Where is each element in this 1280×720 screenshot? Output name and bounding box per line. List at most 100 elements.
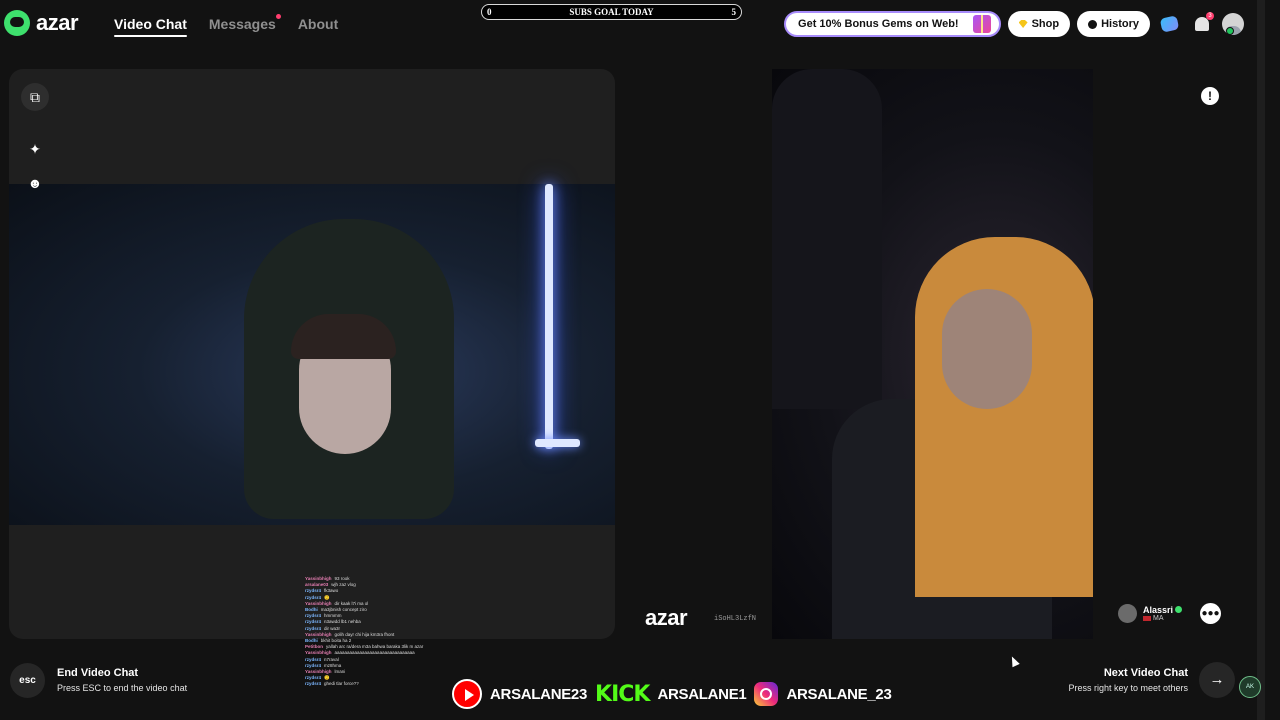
chat-user: Yassinbhigh	[305, 600, 332, 606]
peer-info[interactable]: Alassri MA	[1118, 604, 1183, 623]
streamer-hair	[291, 314, 396, 359]
flag-icon	[1143, 616, 1151, 621]
channel-badge-icon: AK	[1239, 676, 1261, 698]
chat-user: arsalane03	[305, 582, 329, 588]
nav-about[interactable]: About	[298, 16, 338, 32]
verified-icon	[1175, 606, 1183, 613]
chat-text: 🙂	[324, 675, 330, 681]
history-button[interactable]: History	[1077, 11, 1150, 37]
shop-button[interactable]: Shop	[1007, 11, 1071, 37]
end-chat-title: End Video Chat	[57, 667, 139, 679]
subs-goal-target: 5	[731, 7, 737, 17]
logo-text: azar	[36, 10, 79, 35]
bonus-gems-button[interactable]: Get 10% Bonus Gems on Web!	[784, 11, 1001, 37]
stream-socials: ARSALANE23 KICK ARSALANE1 ARSALANE_23	[452, 679, 892, 709]
peer-face	[942, 289, 1032, 409]
top-header: azar Video Chat Messages About 0 SUBS GO…	[0, 0, 1280, 48]
peer-country-code: MA	[1153, 615, 1164, 622]
peer-name: Alassri	[1143, 605, 1183, 615]
peer-name-text: Alassri	[1143, 605, 1174, 615]
chat-text: n7raval	[324, 656, 339, 662]
instagram-handle: ARSALANE_23	[786, 685, 892, 703]
notification-badge: 3	[1206, 12, 1214, 20]
message-bubble-icon[interactable]: ●●●	[1200, 603, 1221, 624]
report-icon[interactable]: !	[1201, 87, 1219, 105]
page-scrollbar[interactable]	[1257, 0, 1265, 720]
chat-text: dir kaak l7i ma ol	[334, 600, 369, 606]
chat-text: ma3jbnish concept ziro	[320, 607, 367, 613]
chat-user: rzydsr4	[305, 675, 322, 681]
subs-goal-label: SUBS GOAL TODAY	[569, 7, 654, 17]
chat-user: Yassinbhigh	[305, 650, 332, 656]
mouse-cursor-icon	[1008, 654, 1020, 668]
gems-chat-icon[interactable]	[1159, 15, 1180, 33]
remote-camera-feed	[772, 69, 1093, 639]
azar-logo-icon	[4, 10, 30, 36]
chat-user: Bodhi	[305, 607, 318, 613]
azar-logo[interactable]: azar	[4, 10, 79, 36]
chat-text: wjh zaz vlog	[331, 582, 356, 588]
arrow-right-icon[interactable]: →	[1199, 662, 1235, 698]
neon-light	[545, 184, 553, 449]
stream-chat-overlay: Yassinbhigh 93 rook arsalane03 wjh zaz vlo…	[305, 576, 430, 688]
local-camera-feed	[9, 184, 615, 525]
shop-label: Shop	[1031, 18, 1060, 30]
peer-avatar	[1118, 604, 1137, 623]
end-chat-button[interactable]: esc	[10, 663, 45, 698]
nav-video-chat[interactable]: Video Chat	[114, 16, 187, 37]
end-chat-hint: Press ESC to end the video chat	[57, 683, 188, 693]
instagram-icon	[754, 682, 779, 706]
youtube-handle: ARSALANE23	[490, 685, 588, 703]
chat-user: rzydsr4	[305, 625, 322, 631]
kick-logo: KICK	[595, 681, 650, 707]
online-status-dot	[1226, 27, 1234, 35]
subs-goal-bar: 0 SUBS GOAL TODAY 5	[481, 4, 742, 20]
chat-text: 🙂	[324, 594, 330, 600]
chat-text: 93 rook	[334, 576, 350, 581]
background-person	[772, 69, 882, 409]
chat-user: Yassinbhigh	[305, 631, 332, 637]
gift-icon	[972, 15, 991, 33]
chat-text: lmani	[334, 669, 346, 675]
chat-user: rzydsr4	[305, 656, 322, 662]
chat-text: dir wa3r	[324, 625, 341, 631]
main-nav: Video Chat Messages About	[114, 14, 338, 37]
chat-user: Yassinbhigh	[305, 669, 332, 675]
youtube-icon	[452, 679, 482, 709]
chat-text: n3awdd lb1 nehba	[324, 619, 361, 625]
chat-user: rzydsr4	[305, 613, 322, 619]
kick-handle: ARSALANE1	[657, 685, 747, 703]
header-actions: Get 10% Bonus Gems on Web! Shop History …	[784, 11, 1244, 37]
chat-line: rzydsr4 ghedi tlar force??	[305, 681, 430, 687]
chat-user: rzydsr4	[305, 681, 322, 687]
chat-user: rzydsr4	[305, 588, 322, 594]
chat-text: golih dayr chi hija km3ra fhont	[334, 631, 395, 637]
peer-country: MA	[1143, 615, 1182, 622]
chat-text: hmmmm	[324, 613, 342, 619]
chat-user: rzydsr4	[305, 619, 322, 625]
nav-messages-label: Messages	[208, 16, 276, 32]
next-chat-hint: Press right key to meet others	[1068, 683, 1188, 693]
clock-icon	[1088, 19, 1098, 29]
chat-text: fk3awo	[324, 588, 339, 594]
chat-text: ghedi tlar force??	[324, 681, 359, 687]
neon-light-bottom	[535, 439, 580, 447]
sticker-icon[interactable]: ☻	[22, 170, 48, 196]
history-label: History	[1101, 18, 1139, 30]
chat-user: Yassinbhigh	[305, 576, 332, 581]
next-chat-title: Next Video Chat	[1103, 667, 1188, 679]
chat-text: aaaaaaaaaaaaaaaaaaaaaaaaaaaaaaaa	[334, 650, 415, 656]
external-window-icon[interactable]: ⧉	[21, 83, 49, 111]
chat-user: Petitbon	[305, 644, 323, 650]
chat-user: rzydsr4	[305, 594, 322, 600]
chat-user: rzydsr4	[305, 662, 322, 668]
chat-text: bkhit boita ha 2	[320, 638, 352, 644]
magic-wand-icon[interactable]: ✦	[22, 136, 48, 162]
watermark-logo: azar	[645, 605, 688, 630]
bonus-gems-label: Get 10% Bonus Gems on Web!	[798, 18, 959, 30]
chat-user: Bodhi	[305, 638, 318, 644]
chat-text: yallah arc ra/dera m3a bahwa baraka 3lik…	[326, 644, 424, 650]
bell-icon[interactable]: 3	[1195, 12, 1214, 31]
nav-messages[interactable]: Messages	[208, 14, 281, 32]
subs-goal-current: 0	[487, 7, 492, 17]
